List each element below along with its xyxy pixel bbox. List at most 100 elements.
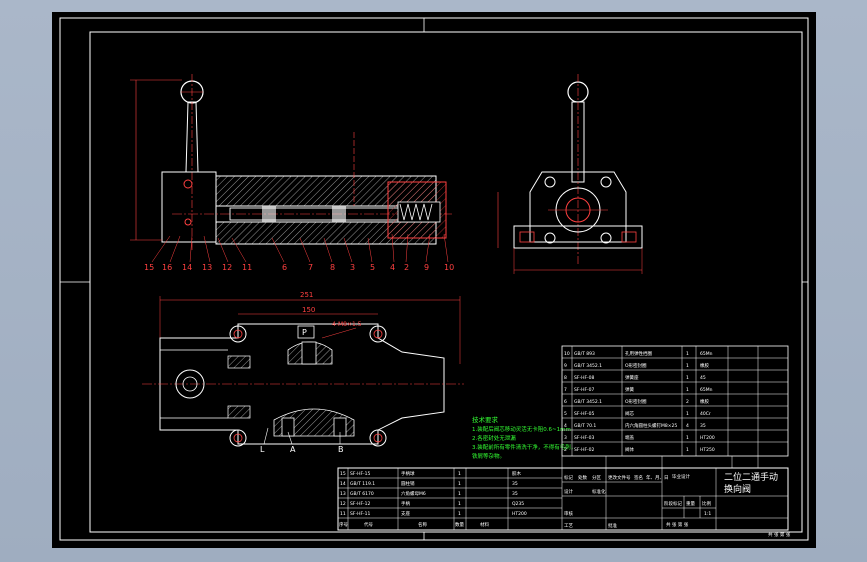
bom-qty: 1 bbox=[458, 511, 461, 517]
bom-name: 手柄 bbox=[401, 500, 410, 507]
bom-qty: 1 bbox=[458, 501, 461, 507]
top-view: 251 150 P 4-M8×1.5 L A B bbox=[142, 291, 464, 454]
part-number: 15 bbox=[144, 263, 154, 272]
row-name: 阀体 bbox=[625, 446, 634, 453]
bom-code: SF-HF-11 bbox=[350, 511, 371, 517]
row-no: 8 bbox=[564, 375, 567, 381]
outer-border bbox=[59, 17, 809, 541]
tech-heading: 技术要求 bbox=[472, 415, 499, 424]
row-qty: 1 bbox=[686, 375, 689, 381]
bom-code: GB/T 119.1 bbox=[350, 481, 375, 487]
row-mat: 40Cr bbox=[700, 411, 711, 417]
tb-ratio: 比例 bbox=[702, 500, 711, 507]
tech-line: 铁屑等杂物。 bbox=[472, 452, 505, 460]
row-no: 5 bbox=[564, 411, 567, 417]
port-b-label: B bbox=[338, 445, 344, 454]
row-mat: HT200 bbox=[700, 435, 715, 441]
part-number: 2 bbox=[404, 263, 409, 272]
bom-header: 数量 bbox=[455, 521, 464, 528]
part-number: 16 bbox=[162, 263, 172, 272]
corner-note: 共 张 第 张 bbox=[768, 531, 791, 538]
port-p-label: P bbox=[302, 328, 307, 337]
row-no: 6 bbox=[564, 399, 567, 405]
tb-zone: 分区 bbox=[592, 474, 601, 481]
bom-mat: 35 bbox=[512, 481, 518, 487]
tb-check: 审核 bbox=[564, 510, 573, 517]
part-number: 4 bbox=[390, 263, 395, 272]
bom-name: 支座 bbox=[401, 510, 410, 517]
part-number: 11 bbox=[242, 263, 252, 272]
tb-craft: 工艺 bbox=[564, 523, 573, 529]
drawing-title-line2: 换向阀 bbox=[724, 483, 751, 495]
part-number: 14 bbox=[182, 263, 192, 272]
tb-scale: 1:1 bbox=[704, 511, 711, 517]
row-name: 内六角圆柱头螺钉M8×25 bbox=[625, 422, 677, 429]
drawing-title-line1: 二位二通手动 bbox=[724, 471, 778, 483]
row-code: SF-HF-02 bbox=[574, 447, 595, 453]
drawing-sheet: 15 16 14 13 12 11 6 7 8 3 5 4 2 9 10 251… bbox=[52, 12, 816, 548]
port-a-label: A bbox=[290, 445, 296, 454]
row-no: 2 bbox=[564, 447, 567, 453]
bom-no: 15 bbox=[340, 471, 346, 477]
row-code: SF-HF-03 bbox=[574, 435, 595, 441]
tb-date: 年、月、日 bbox=[646, 474, 669, 481]
bom-no: 12 bbox=[340, 501, 346, 507]
bom-no: 13 bbox=[340, 491, 346, 497]
bom-qty: 1 bbox=[458, 491, 461, 497]
support bbox=[161, 171, 217, 243]
tb-count: 处数 bbox=[578, 474, 587, 481]
row-code: GB/T 3452.1 bbox=[574, 399, 602, 405]
row-name: O形密封圈 bbox=[625, 398, 647, 405]
bom-mat: 胶木 bbox=[512, 470, 521, 477]
title-block: 15 SF-HF-15 手柄球 1 胶木 14 GB/T 119.1 圆柱销 1… bbox=[337, 456, 791, 538]
part-number: 7 bbox=[308, 263, 313, 272]
side-view bbox=[497, 74, 643, 274]
row-mat: 65Mn bbox=[700, 351, 713, 357]
row-mat: 65Mn bbox=[700, 387, 713, 393]
row-qty: 1 bbox=[686, 435, 689, 441]
tb-stage: 阶段标记 bbox=[664, 500, 682, 507]
dim-overall-length: 251 bbox=[300, 291, 313, 299]
tech-line: 3.装配前所有零件清洗干净，不得有毛刺， bbox=[472, 443, 576, 451]
part-number-labels: 15 16 14 13 12 11 6 7 8 3 5 4 2 9 10 bbox=[144, 263, 454, 272]
row-mat: 橡胶 bbox=[700, 398, 709, 405]
row-qty: 1 bbox=[686, 411, 689, 417]
row-mat: 橡胶 bbox=[700, 362, 709, 369]
row-no: 4 bbox=[564, 423, 567, 429]
tech-line: 2.各密封处无泄漏 bbox=[472, 434, 516, 442]
bom-mat: 35 bbox=[512, 491, 518, 497]
part-number: 8 bbox=[330, 263, 335, 272]
row-qty: 1 bbox=[686, 351, 689, 357]
part-number: 10 bbox=[444, 263, 454, 272]
centering-marks bbox=[60, 18, 808, 540]
tb-standard: 标准化 bbox=[592, 488, 606, 495]
tb-school: 毕业设计 bbox=[672, 473, 690, 480]
bom-name: 圆柱销 bbox=[401, 480, 415, 487]
row-no: 7 bbox=[564, 387, 567, 393]
row-mat: 35 bbox=[700, 423, 706, 429]
bom-name: 手柄球 bbox=[401, 470, 415, 477]
row-qty: 2 bbox=[686, 399, 689, 405]
part-number: 12 bbox=[222, 263, 232, 272]
row-code: GB/T 893 bbox=[574, 351, 595, 357]
bom-header: 名称 bbox=[418, 521, 427, 528]
row-qty: 1 bbox=[686, 363, 689, 369]
bom-qty: 1 bbox=[458, 481, 461, 487]
part-number: 13 bbox=[202, 263, 212, 272]
bom-name: 六角螺母M6 bbox=[401, 490, 426, 497]
bom-code: GB/T 6170 bbox=[350, 491, 374, 497]
bom-code: SF-HF-15 bbox=[350, 471, 371, 477]
tech-line: 1.装配后阀芯移动灵活无卡阻0.6~1mm bbox=[472, 425, 571, 433]
row-no: 10 bbox=[564, 351, 570, 357]
part-number: 9 bbox=[424, 263, 429, 272]
port-l-label: L bbox=[260, 445, 265, 454]
row-qty: 4 bbox=[686, 423, 689, 429]
row-qty: 1 bbox=[686, 387, 689, 393]
row-name: 弹簧座 bbox=[625, 374, 639, 381]
row-no: 9 bbox=[564, 363, 567, 369]
bom-qty: 1 bbox=[458, 471, 461, 477]
tb-approve: 批准 bbox=[608, 522, 617, 529]
thread-callout: 4-M8×1.5 bbox=[332, 321, 362, 328]
cad-viewport[interactable]: 15 16 14 13 12 11 6 7 8 3 5 4 2 9 10 251… bbox=[0, 0, 867, 562]
row-name: O形密封圈 bbox=[625, 362, 647, 369]
